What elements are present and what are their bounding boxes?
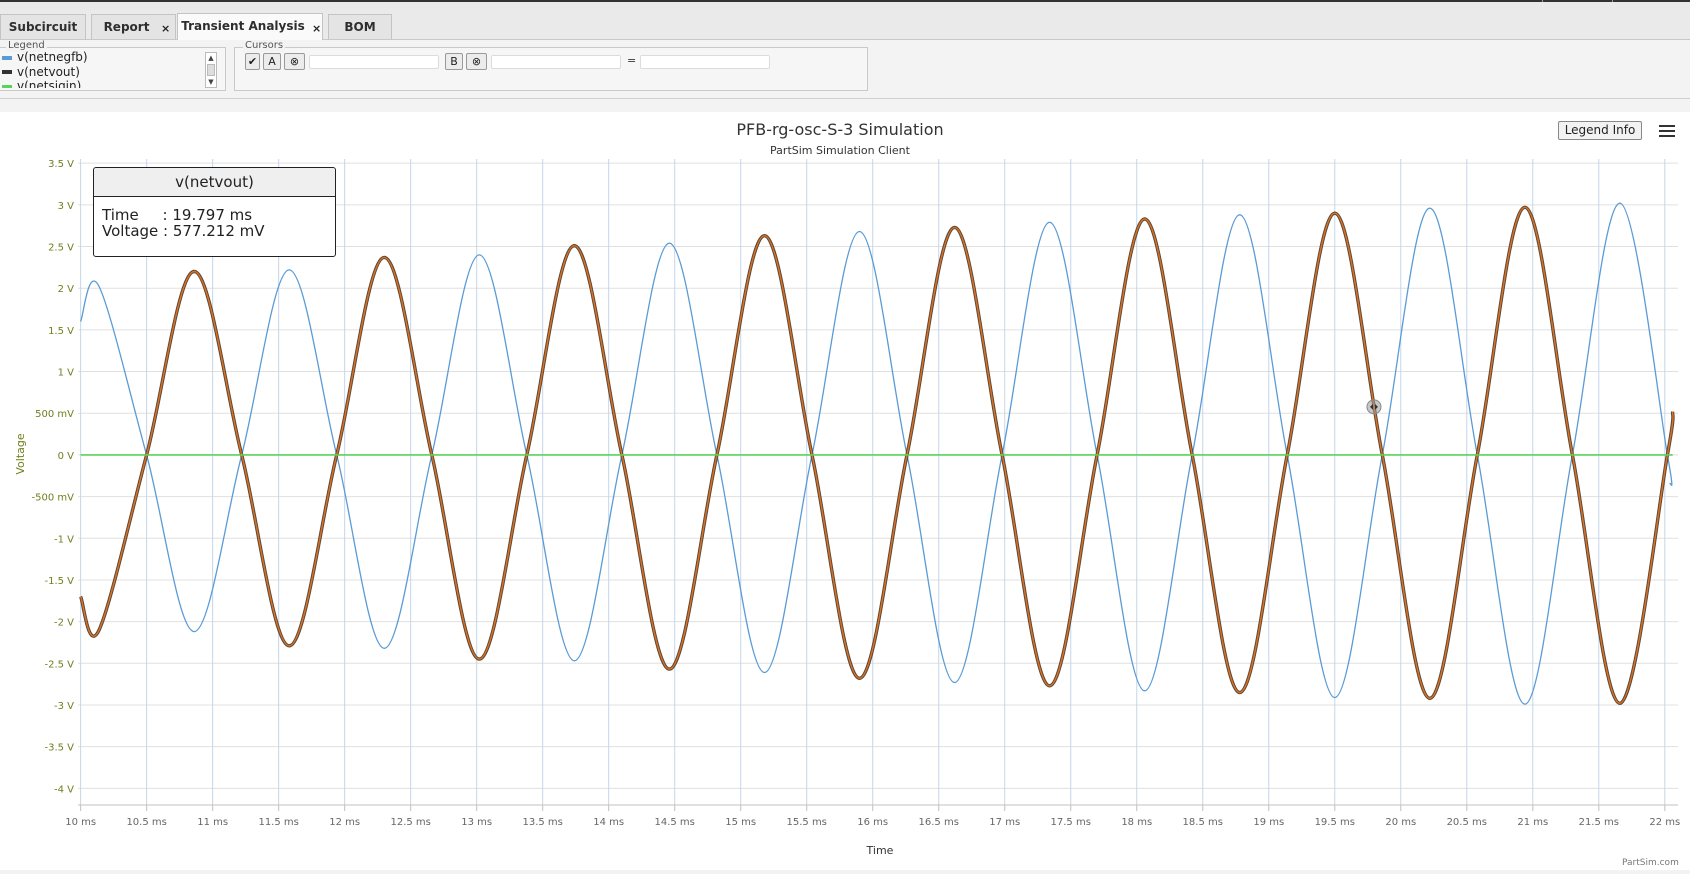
x-tick-label: 12.5 ms bbox=[390, 817, 430, 828]
legend-info-button[interactable]: Legend Info bbox=[1558, 121, 1642, 140]
clear-cursor-a-icon[interactable]: ⊗ bbox=[284, 53, 305, 70]
scroll-thumb[interactable] bbox=[207, 64, 215, 76]
tab-label: Subcircuit bbox=[8, 20, 78, 34]
y-tick-label: 2 V bbox=[58, 284, 75, 295]
tab-transient-analysis[interactable]: Transient Analysis × bbox=[177, 13, 323, 40]
x-tick-label: 19.5 ms bbox=[1315, 817, 1355, 828]
x-tick-label: 11 ms bbox=[197, 817, 228, 828]
x-tick-label: 16 ms bbox=[857, 817, 888, 828]
cursor-a-button[interactable]: A bbox=[263, 53, 281, 70]
data-tooltip: v(netvout) Time : 19.797 ms Voltage : 57… bbox=[93, 167, 336, 257]
y-tick-label: 3 V bbox=[58, 201, 75, 212]
chart-area: 3.5 V 3 V 2.5 V 2 V 1.5 V 1 V 500 mV 0 V -500 mV… bbox=[0, 112, 1690, 870]
tab-label: Report bbox=[103, 20, 150, 34]
x-tick-label: 10 ms bbox=[65, 817, 96, 828]
y-axis-label: Voltage bbox=[14, 433, 27, 474]
scroll-down-icon[interactable]: ▼ bbox=[206, 77, 216, 87]
legend-item-label: v(netnegfb) bbox=[17, 50, 88, 64]
chart-subtitle: PartSim Simulation Client bbox=[770, 144, 911, 157]
x-tick-label: 18 ms bbox=[1121, 817, 1152, 828]
tab-bom[interactable]: BOM bbox=[328, 14, 392, 39]
y-tick-label: 1.5 V bbox=[48, 326, 74, 337]
y-tick-label: 2.5 V bbox=[48, 243, 74, 254]
close-tab-report-icon[interactable]: × bbox=[161, 18, 170, 39]
cursor-b-button[interactable]: B bbox=[445, 53, 463, 70]
x-tick-label: 10.5 ms bbox=[126, 817, 166, 828]
cursor-a-value-field[interactable] bbox=[309, 55, 439, 69]
legend-item-label: v(netvout) bbox=[17, 64, 80, 79]
y-tick-label: -3 V bbox=[54, 701, 74, 712]
tab-bar: Subcircuit Report × Transient Analysis ×… bbox=[0, 2, 1690, 40]
hover-marker bbox=[1366, 399, 1382, 415]
y-tick-label: 0 V bbox=[58, 451, 75, 462]
x-tick-label: 16.5 ms bbox=[919, 817, 959, 828]
series-swatch-icon bbox=[2, 70, 12, 74]
x-tick-label: 17.5 ms bbox=[1051, 817, 1091, 828]
legend-item-label: v(netsigin) bbox=[17, 79, 82, 88]
x-tick-label: 12 ms bbox=[329, 817, 360, 828]
x-tick-label: 20.5 ms bbox=[1447, 817, 1487, 828]
cursor-b-value-field[interactable] bbox=[491, 55, 621, 69]
tooltip-series-name: v(netvout) bbox=[94, 168, 335, 197]
x-tick-label: 15.5 ms bbox=[787, 817, 827, 828]
x-tick-label: 21.5 ms bbox=[1579, 817, 1619, 828]
cursors-panel: Cursors ✔ A ⊗ B ⊗ = bbox=[234, 40, 868, 91]
tooltip-time-row: Time : 19.797 ms bbox=[102, 206, 253, 224]
cursor-delta-equals: = bbox=[627, 54, 637, 67]
cursors-enable-checkbox[interactable]: ✔ bbox=[245, 53, 260, 70]
y-tick-label: -2 V bbox=[54, 618, 74, 629]
x-tick-label: 13.5 ms bbox=[522, 817, 562, 828]
tab-label: BOM bbox=[344, 20, 376, 34]
y-tick-label: -500 mV bbox=[32, 493, 75, 504]
scroll-up-icon[interactable]: ▲ bbox=[206, 53, 216, 63]
legend-item-netsigin[interactable]: v(netsigin) bbox=[2, 79, 207, 88]
tab-subcircuit[interactable]: Subcircuit bbox=[0, 14, 86, 39]
tooltip-voltage-row: Voltage : 577.212 mV bbox=[102, 222, 265, 240]
y-tick-label: 3.5 V bbox=[48, 159, 74, 170]
chart-menu-icon[interactable] bbox=[1657, 123, 1677, 139]
x-tick-label: 17 ms bbox=[989, 817, 1020, 828]
tab-report[interactable]: Report × bbox=[91, 14, 176, 39]
x-tick-label: 19 ms bbox=[1253, 817, 1284, 828]
legend-item-netnegfb[interactable]: v(netnegfb) bbox=[2, 50, 207, 65]
toolbar-separator bbox=[0, 98, 1690, 99]
series-swatch-icon bbox=[2, 84, 12, 88]
cursors-panel-title: Cursors bbox=[243, 40, 286, 52]
x-tick-label: 14.5 ms bbox=[654, 817, 694, 828]
x-tick-label: 18.5 ms bbox=[1183, 817, 1223, 828]
y-tick-label: 1 V bbox=[58, 368, 75, 379]
legend-list[interactable]: v(netnegfb) v(netvout) v(netsigin) bbox=[2, 50, 207, 88]
series-swatch-icon bbox=[2, 55, 12, 60]
y-tick-label: -4 V bbox=[54, 784, 74, 795]
y-tick-label: -1.5 V bbox=[44, 576, 74, 587]
close-tab-transient-analysis-icon[interactable]: × bbox=[312, 18, 321, 39]
clear-cursor-b-icon[interactable]: ⊗ bbox=[466, 53, 487, 70]
legend-item-netvout[interactable]: v(netvout) bbox=[2, 65, 207, 80]
x-tick-label: 20 ms bbox=[1385, 817, 1416, 828]
y-tick-label: -2.5 V bbox=[44, 659, 74, 670]
cursor-delta-field[interactable] bbox=[640, 55, 770, 69]
x-tick-label: 22 ms bbox=[1649, 817, 1680, 828]
partsim-credit: PartSim.com bbox=[1622, 858, 1679, 868]
series-layer bbox=[78, 202, 1675, 706]
x-tick-label: 11.5 ms bbox=[258, 817, 298, 828]
x-tick-label: 21 ms bbox=[1517, 817, 1548, 828]
x-axis-label: Time bbox=[866, 844, 894, 857]
chart-title: PFB-rg-osc-S-3 Simulation bbox=[736, 120, 943, 139]
x-tick-label: 15 ms bbox=[725, 817, 756, 828]
y-tick-label: -3.5 V bbox=[44, 743, 74, 754]
x-tick-label: 14 ms bbox=[593, 817, 624, 828]
x-tick-label: 13 ms bbox=[461, 817, 492, 828]
y-tick-label: 500 mV bbox=[35, 409, 74, 420]
legend-scrollbar[interactable]: ▲ ▼ bbox=[205, 52, 217, 88]
y-tick-label: -1 V bbox=[54, 534, 74, 545]
tab-label: Transient Analysis bbox=[181, 19, 305, 33]
legend-panel: Legend v(netnegfb) v(netvout) v(netsigin… bbox=[0, 40, 226, 91]
